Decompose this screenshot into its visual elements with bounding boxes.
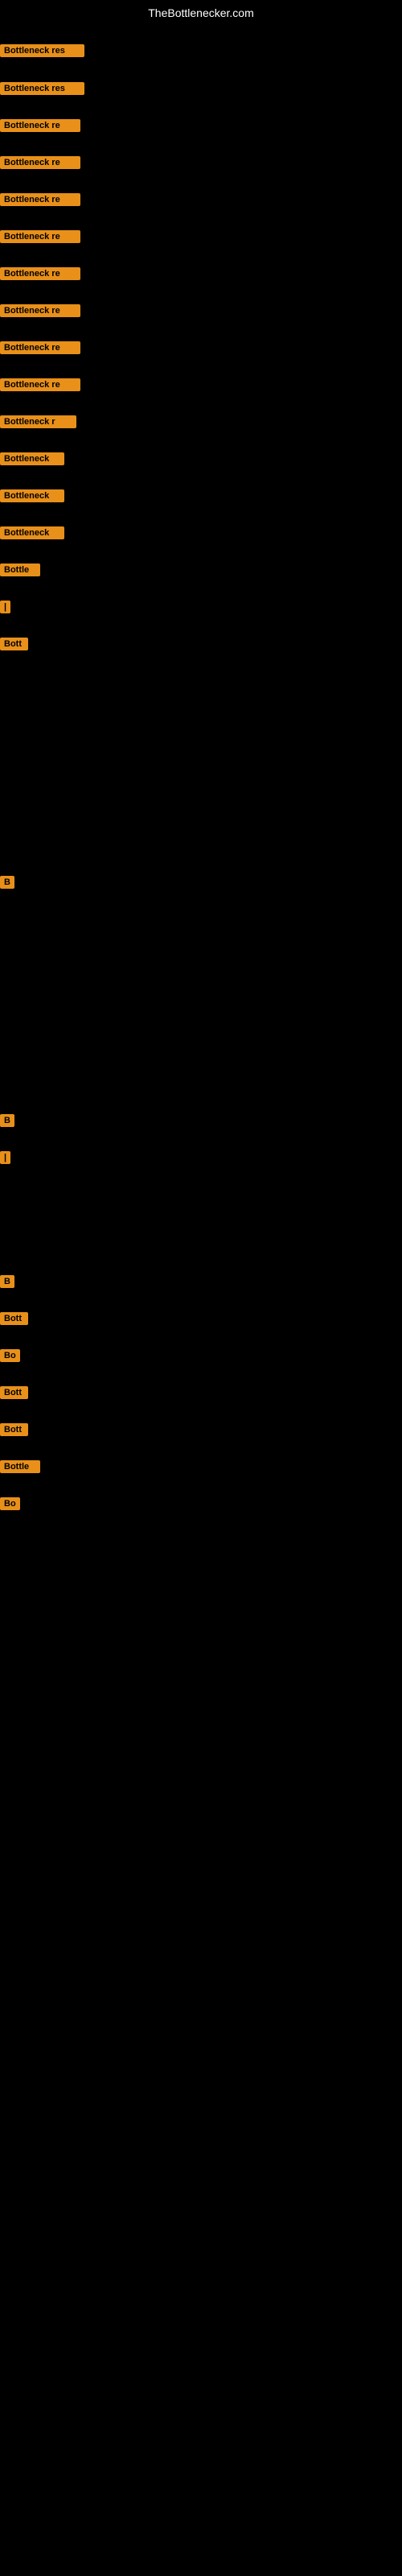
bottleneck-label-7: Bottleneck re — [0, 267, 80, 280]
bottleneck-label-21: B — [0, 1275, 14, 1288]
bottleneck-label-17: Bott — [0, 638, 28, 650]
bottleneck-label-11: Bottleneck r — [0, 415, 76, 428]
bottleneck-label-1: Bottleneck res — [0, 44, 84, 57]
bottleneck-label-15: Bottle — [0, 564, 40, 576]
bottleneck-label-18: B — [0, 876, 14, 889]
bottleneck-label-25: Bott — [0, 1423, 28, 1436]
bottleneck-label-24: Bott — [0, 1386, 28, 1399]
site-title: TheBottlenecker.com — [0, 6, 402, 19]
bottleneck-label-16: | — [0, 601, 10, 613]
bottleneck-label-22: Bott — [0, 1312, 28, 1325]
bottleneck-label-5: Bottleneck re — [0, 193, 80, 206]
bottleneck-label-12: Bottleneck — [0, 452, 64, 465]
bottleneck-label-8: Bottleneck re — [0, 304, 80, 317]
bottleneck-label-23: Bo — [0, 1349, 20, 1362]
bottleneck-label-4: Bottleneck re — [0, 156, 80, 169]
bottleneck-label-9: Bottleneck re — [0, 341, 80, 354]
bottleneck-label-13: Bottleneck — [0, 489, 64, 502]
bottleneck-label-3: Bottleneck re — [0, 119, 80, 132]
bottleneck-label-27: Bo — [0, 1497, 20, 1510]
bottleneck-label-19: B — [0, 1114, 14, 1127]
bottleneck-label-26: Bottle — [0, 1460, 40, 1473]
bottleneck-label-6: Bottleneck re — [0, 230, 80, 243]
bottleneck-label-10: Bottleneck re — [0, 378, 80, 391]
bottleneck-label-2: Bottleneck res — [0, 82, 84, 95]
bottleneck-label-14: Bottleneck — [0, 526, 64, 539]
bottleneck-label-20: | — [0, 1151, 10, 1164]
